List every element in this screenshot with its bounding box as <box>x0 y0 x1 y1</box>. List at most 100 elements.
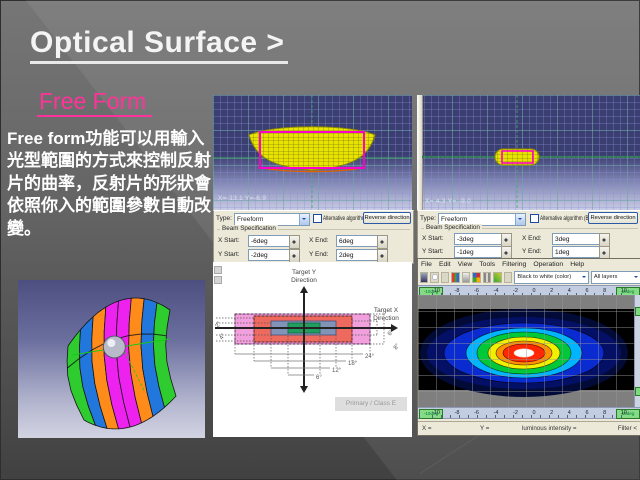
y-end-stepper[interactable] <box>377 249 388 263</box>
x-start-stepper[interactable] <box>501 233 512 247</box>
type-label: Type: <box>216 215 232 222</box>
y-end-label: Y End: <box>522 248 541 255</box>
dim-18-label: 18° <box>348 361 358 367</box>
menu-item[interactable]: Tools <box>479 261 495 268</box>
ruler-tick: 10 <box>621 288 627 294</box>
ruler-tick: -10 <box>432 288 440 294</box>
ruler-tick: -6 <box>474 288 479 294</box>
ruler-tick: 6 <box>585 288 588 294</box>
menu-item[interactable]: Edit <box>439 261 451 268</box>
horizontal-ruler-bottom: -10deg 10deg -10-8-6-4-20246810 <box>418 407 640 419</box>
x-start-label: X Start: <box>422 235 444 242</box>
beam-specification-group-label: Beam Specification <box>424 224 482 231</box>
reflector-wireframe-wide <box>213 95 412 210</box>
alternative-algorithm-checkbox[interactable] <box>530 214 539 223</box>
x-end-input[interactable] <box>552 233 600 245</box>
x-start-input[interactable] <box>454 233 502 245</box>
y-end-input[interactable] <box>336 249 378 261</box>
presentation-slide: Optical Surface > Free Form Free form功能可… <box>0 0 640 480</box>
viewport-side-scrollbar[interactable] <box>634 295 640 407</box>
target-y-label-line1: Target Y <box>292 269 317 276</box>
viewport-grid <box>418 295 635 407</box>
y-start-stepper[interactable] <box>289 249 300 263</box>
primary-class-e-button[interactable]: Primary / Class E <box>335 397 407 411</box>
reverse-direction-button[interactable]: Reverse direction <box>363 212 411 224</box>
dim-24-label: 24° <box>365 354 375 360</box>
y-end-input[interactable] <box>552 246 600 258</box>
toolbar: Black to white (color) All layers <box>418 270 640 286</box>
type-label: Type: <box>420 215 436 222</box>
type-value: Freeform <box>237 216 263 223</box>
freeform-surface-render <box>18 280 205 438</box>
ruler-tick: 2 <box>550 410 553 416</box>
chevron-down-icon[interactable] <box>515 214 525 225</box>
x-start-input[interactable] <box>248 235 290 247</box>
alternative-algorithm-checkbox[interactable] <box>313 214 322 223</box>
catia-surface-image <box>18 280 205 438</box>
y-start-input[interactable] <box>248 249 290 261</box>
menu-item[interactable]: View <box>458 261 473 268</box>
window-artifact <box>214 276 222 284</box>
x-end-label: X End: <box>522 235 542 242</box>
menu-item[interactable]: File <box>421 261 432 268</box>
ruler-tick: 4 <box>568 410 571 416</box>
cursor-position-status: X= 4.3 Y= -9.0 <box>425 198 471 205</box>
palette-icon[interactable] <box>451 272 459 283</box>
freeform-label: Free Form <box>37 88 152 117</box>
reverse-direction-button[interactable]: Reverse direction <box>588 212 638 224</box>
palette-dropdown[interactable]: Black to white (color) <box>514 271 589 284</box>
one-to-one-icon[interactable] <box>441 272 449 283</box>
dim-12-label: 12° <box>332 368 342 374</box>
x-end-input[interactable] <box>336 235 378 247</box>
x-end-label: X End: <box>309 237 329 244</box>
ruler-tick: 8 <box>603 410 606 416</box>
left-4-label: 4° <box>219 333 228 342</box>
ruler-tick: -4 <box>494 288 499 294</box>
dim-6-label: 6° <box>316 375 322 381</box>
ruler-tick: 4 <box>568 288 571 294</box>
menu-item[interactable]: Help <box>570 261 584 268</box>
measure-icon[interactable] <box>483 272 491 283</box>
x-start-stepper[interactable] <box>289 235 300 249</box>
reflector-wireframe-narrow <box>417 95 640 210</box>
chevron-down-icon[interactable] <box>299 214 309 225</box>
chart-icon[interactable] <box>493 272 501 283</box>
ruler-tick: -6 <box>474 410 479 416</box>
window-artifact <box>214 266 222 274</box>
viewport-narrow-reflector[interactable]: X= 4.3 Y= -9.0 <box>417 95 640 210</box>
x-end-stepper[interactable] <box>377 235 388 249</box>
right-8-label: 8° <box>393 343 402 352</box>
target-x-label-line1: Target X <box>374 307 399 314</box>
ruler-tick: 0 <box>532 410 535 416</box>
delete-icon[interactable] <box>462 272 470 283</box>
menu-item[interactable]: Filtering <box>502 261 526 268</box>
target-x-label-line2: Direction <box>373 315 399 322</box>
layers-dropdown[interactable]: All layers <box>591 271 640 284</box>
compass-sphere <box>103 336 125 358</box>
ruler-tick: 8 <box>603 288 606 294</box>
save-icon[interactable] <box>420 272 428 283</box>
status-y: Y = <box>480 425 489 432</box>
intensity-map-viewport[interactable] <box>418 295 635 407</box>
menu-item[interactable]: Operation <box>533 261 563 268</box>
y-start-label: Y Start: <box>218 251 240 258</box>
x-end-stepper[interactable] <box>599 233 610 247</box>
compass-sphere-highlight <box>107 339 115 347</box>
scroll-marker[interactable] <box>635 387 640 396</box>
type-value: Freeform <box>441 216 467 223</box>
layers-icon[interactable] <box>472 272 480 283</box>
beam-angle-diagram: Target Y Direction Target X Direction <box>213 262 412 437</box>
ruler-tick: 10 <box>621 410 627 416</box>
ruler-tick: -10 <box>432 410 440 416</box>
target-y-label-line2: Direction <box>291 277 317 284</box>
viewport-wide-reflector[interactable]: X=-13.1 Y=-6.9 <box>213 95 412 210</box>
zoom-icon[interactable] <box>430 272 438 283</box>
tree-icon[interactable] <box>504 272 512 283</box>
body-text: Free form功能可以用輸入光型範圍的方式來控制反射片的曲率，反射片的形狀會… <box>7 128 212 240</box>
scroll-marker[interactable] <box>635 307 640 316</box>
y-start-label: Y Start: <box>422 248 444 255</box>
y-start-input[interactable] <box>454 246 502 258</box>
ruler-tick: 0 <box>532 288 535 294</box>
freeform-settings-panel-2: Type: Freeform Alternative algorithm (Be… <box>417 210 640 260</box>
ruler-tick: -8 <box>455 288 460 294</box>
